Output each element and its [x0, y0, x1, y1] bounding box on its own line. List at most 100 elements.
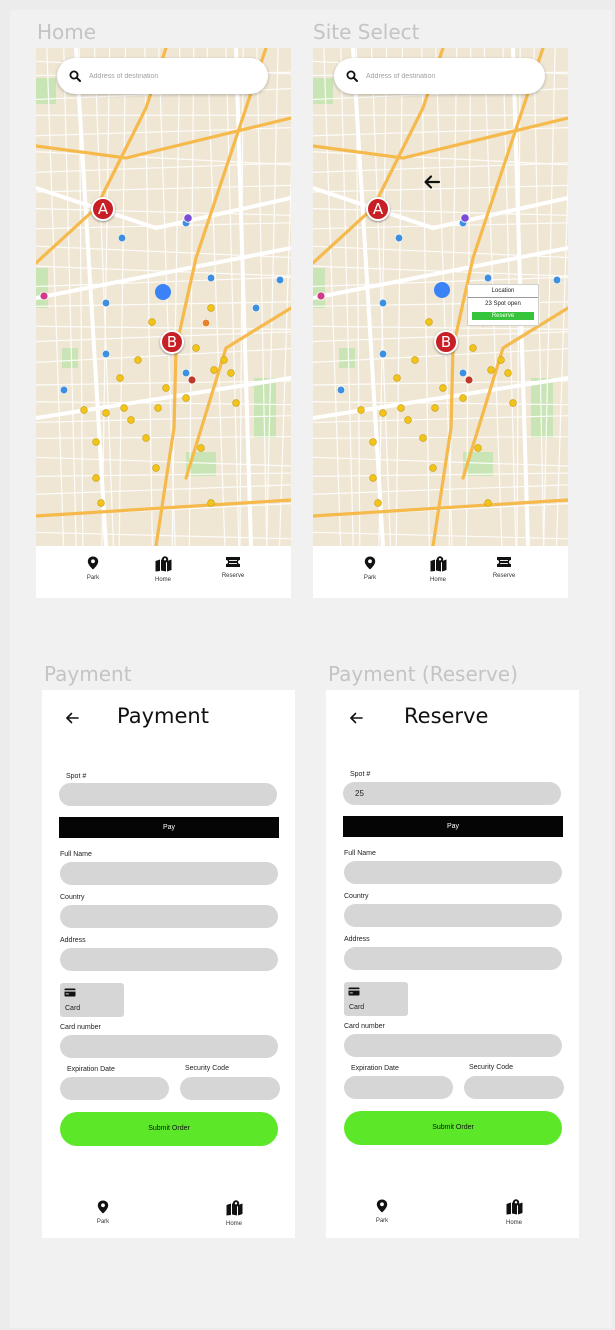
- search-bar[interactable]: [334, 58, 545, 94]
- nav-item-home[interactable]: Home: [494, 1199, 534, 1226]
- card-option[interactable]: Card: [344, 982, 408, 1016]
- current-location-dot: [155, 284, 171, 300]
- frame-label-site-select: Site Select: [313, 20, 420, 44]
- map-pin-icon: [97, 1200, 109, 1214]
- back-arrow-icon[interactable]: [423, 174, 441, 190]
- map-pin-icon: [364, 556, 376, 570]
- payment-header: Payment: [42, 704, 295, 734]
- page-title: Payment: [117, 704, 209, 728]
- map-icon: [226, 1200, 242, 1216]
- card-label: Card: [65, 1005, 81, 1012]
- country-input[interactable]: [60, 905, 278, 928]
- bottom-nav: Park Home Reserve: [313, 546, 568, 598]
- nav-item-park[interactable]: Park: [350, 556, 390, 581]
- full-name-label: Full Name: [344, 850, 376, 857]
- full-name-label: Full Name: [60, 851, 92, 858]
- security-code-label: Security Code: [469, 1064, 513, 1071]
- bottom-nav: Park Home: [42, 1188, 295, 1238]
- frame-label-payment: Payment: [44, 662, 132, 686]
- ticket-icon: [497, 557, 511, 567]
- card-number-input[interactable]: [344, 1034, 562, 1057]
- map-icon: [155, 556, 171, 572]
- nav-item-park[interactable]: Park: [83, 1200, 123, 1225]
- security-code-label: Security Code: [185, 1065, 229, 1072]
- search-input[interactable]: [89, 72, 249, 80]
- address-label: Address: [344, 936, 370, 943]
- full-name-input[interactable]: [60, 862, 278, 885]
- card-number-label: Card number: [60, 1024, 101, 1031]
- bottom-nav: Park Home: [326, 1188, 579, 1238]
- submit-order-button[interactable]: Submit Order: [344, 1111, 562, 1145]
- card-number-input[interactable]: [60, 1035, 278, 1058]
- nav-label: Home: [154, 577, 171, 583]
- search-icon: [69, 70, 81, 82]
- map-view[interactable]: A B: [36, 48, 291, 546]
- nav-label: Reserve: [221, 573, 245, 579]
- card-label: Card: [349, 1004, 365, 1011]
- back-arrow-icon[interactable]: [349, 712, 363, 724]
- nav-item-home[interactable]: Home: [418, 556, 458, 583]
- back-arrow-icon[interactable]: [65, 712, 79, 724]
- full-name-input[interactable]: [344, 861, 562, 884]
- security-code-input[interactable]: [180, 1077, 280, 1100]
- nav-item-reserve[interactable]: Reserve: [213, 556, 253, 579]
- credit-card-icon: [348, 987, 360, 996]
- nav-label: Park: [86, 575, 100, 581]
- expiration-date-label: Expiration Date: [67, 1066, 115, 1073]
- expiration-date-input[interactable]: [60, 1077, 169, 1100]
- address-input[interactable]: [344, 947, 562, 970]
- map-pin-icon: [376, 1199, 388, 1213]
- nav-item-park[interactable]: Park: [73, 556, 113, 581]
- site-select-screen: A B Location 23 Spot open Reserve Park: [313, 48, 568, 598]
- popup-reserve-button[interactable]: Reserve: [472, 312, 534, 320]
- map-view[interactable]: A B Location 23 Spot open Reserve: [313, 48, 568, 546]
- location-marker-b[interactable]: B: [160, 330, 184, 354]
- map-icon: [430, 556, 446, 572]
- nav-label: Home: [225, 1221, 242, 1227]
- address-label: Address: [60, 937, 86, 944]
- popup-location: Location: [468, 285, 538, 298]
- nav-item-park[interactable]: Park: [362, 1199, 402, 1224]
- spot-label: Spot #: [350, 771, 371, 778]
- location-marker-a[interactable]: A: [91, 197, 115, 221]
- map-pin-icon: [87, 556, 99, 570]
- country-label: Country: [344, 893, 369, 900]
- frame-label-payment-reserve: Payment (Reserve): [328, 662, 518, 686]
- nav-item-home[interactable]: Home: [214, 1200, 254, 1227]
- site-info-popup: Location 23 Spot open Reserve: [467, 284, 539, 326]
- country-label: Country: [60, 894, 85, 901]
- home-screen: A B Park Home: [36, 48, 291, 598]
- page-title: Reserve: [404, 704, 489, 728]
- location-marker-a[interactable]: A: [366, 197, 390, 221]
- search-icon: [346, 70, 358, 82]
- search-bar[interactable]: [57, 58, 268, 94]
- pay-button[interactable]: Pay: [343, 816, 563, 837]
- nav-label: Park: [375, 1218, 389, 1224]
- payment-screen: Payment Spot # Pay Full Name Country Add…: [42, 690, 295, 1238]
- nav-label: Home: [505, 1220, 522, 1226]
- card-number-label: Card number: [344, 1023, 385, 1030]
- map-icon: [506, 1199, 522, 1215]
- spot-number-input[interactable]: [343, 782, 561, 805]
- nav-item-reserve[interactable]: Reserve: [484, 556, 524, 579]
- nav-label: Home: [429, 577, 446, 583]
- expiration-date-input[interactable]: [344, 1076, 453, 1099]
- spot-label: Spot #: [66, 773, 87, 780]
- popup-spots-open: 23 Spot open: [485, 301, 521, 307]
- security-code-input[interactable]: [464, 1076, 564, 1099]
- spot-number-input[interactable]: [59, 783, 277, 806]
- credit-card-icon: [64, 988, 76, 997]
- pay-button[interactable]: Pay: [59, 817, 279, 838]
- bottom-nav: Park Home Reserve: [36, 546, 291, 598]
- submit-order-button[interactable]: Submit Order: [60, 1112, 278, 1146]
- address-input[interactable]: [60, 948, 278, 971]
- search-input[interactable]: [366, 72, 526, 80]
- country-input[interactable]: [344, 904, 562, 927]
- card-option[interactable]: Card: [60, 983, 124, 1017]
- reserve-screen: Reserve Spot # Pay Full Name Country Add…: [326, 690, 579, 1238]
- nav-item-home[interactable]: Home: [143, 556, 183, 583]
- ticket-icon: [226, 557, 240, 567]
- current-location-dot: [434, 282, 450, 298]
- location-marker-b[interactable]: B: [434, 330, 458, 354]
- frame-label-home: Home: [37, 20, 97, 44]
